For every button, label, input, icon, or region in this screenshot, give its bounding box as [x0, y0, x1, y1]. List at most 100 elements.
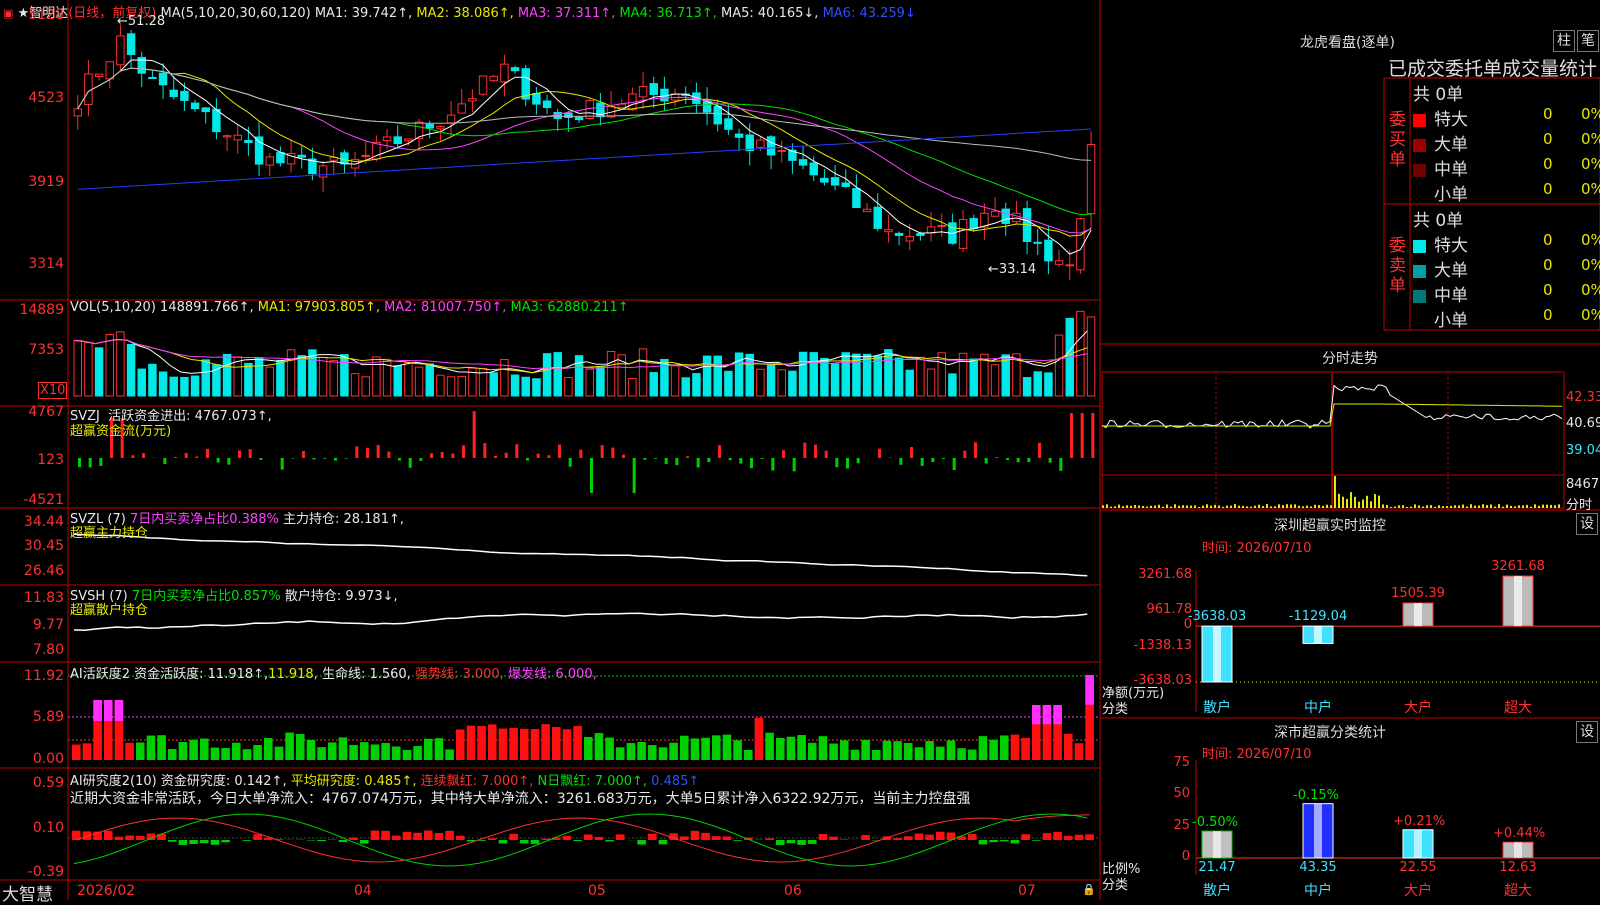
volume-bar [874, 356, 881, 396]
net-value-label: -3638.03 [1177, 609, 1257, 624]
chart-canvas[interactable] [0, 0, 1600, 900]
ai-research-bar [1000, 840, 1009, 841]
dragon-title: 龙虎看盘(逐单) [1300, 32, 1395, 52]
volume-bar [565, 377, 572, 396]
class-settings-button[interactable]: 设 [1576, 721, 1598, 743]
fund-flow-bar [195, 456, 198, 458]
ratio-change-label: -0.50% [1192, 815, 1272, 830]
intraday-volume-bar [1554, 505, 1556, 508]
ai-research-bar [968, 834, 977, 840]
fund-flow-bar [750, 458, 753, 468]
volume-bar [714, 356, 721, 396]
ma-line [78, 68, 1091, 160]
ai-activity-bar [392, 746, 401, 760]
level-pct: 0% [1581, 231, 1600, 249]
candle-body [255, 137, 262, 164]
lock-icon[interactable]: 🔒 [1082, 883, 1096, 896]
ai-research-bar [221, 840, 230, 842]
stats-title: 已成交委托单成交量统计 [1388, 54, 1597, 81]
ai-research-bar [637, 840, 646, 845]
buy-side-label: 委买单 [1389, 110, 1407, 170]
volume-bar [767, 365, 774, 396]
ai-activity-bar [573, 726, 582, 760]
candle-body [917, 234, 924, 236]
class-time: 时间: 2026/07/10 [1202, 743, 1311, 762]
intraday-volume-bar [1422, 507, 1424, 508]
net-cat-label: 分类 [1102, 698, 1128, 717]
intraday-volume-bar [1542, 505, 1544, 508]
intraday-volume-bar [1530, 507, 1532, 508]
intraday-volume-bar [1374, 494, 1376, 508]
retail-holding-line [74, 613, 1087, 630]
level-label: 小单 [1434, 311, 1468, 331]
volume-bar [927, 369, 934, 396]
fund-flow-bar [601, 445, 604, 458]
intraday-volume-bar [1390, 507, 1392, 508]
ai-research-bar [808, 840, 817, 844]
ai-research-bar [765, 838, 774, 840]
fund-flow-bar [643, 458, 646, 460]
ai-activity-peak [93, 700, 102, 721]
ma-line [78, 129, 1091, 189]
intraday-volume-bar [1450, 506, 1452, 508]
ai-activity-bar [947, 740, 956, 760]
intraday-volume-bar [1218, 506, 1220, 508]
intraday-volume-bar [1250, 507, 1252, 508]
intraday-volume-bar [1206, 504, 1208, 508]
fund-flow-bar [846, 458, 849, 468]
fund-flow-bar [345, 458, 348, 459]
ai-activity-bar [893, 741, 902, 760]
fund-flow-bar [942, 458, 945, 459]
ai-activity-bar [1011, 735, 1020, 760]
intraday-volume-bar [1330, 505, 1332, 508]
intraday-volume-bar [1222, 507, 1224, 508]
net-bar-highlight [1414, 603, 1422, 626]
sz-class-title: 深市超赢分类统计 [1100, 722, 1560, 742]
fund-flow-bar [814, 445, 817, 458]
ai-research-bar [840, 839, 849, 840]
ai-research-bar [499, 840, 508, 844]
ai-research-bar [168, 840, 177, 842]
intraday-volume-bar [1550, 505, 1552, 508]
volume-bar [991, 365, 998, 396]
ai-research-bar [584, 834, 593, 840]
ai-activity-bar [659, 747, 668, 760]
volume-bar [202, 360, 209, 396]
intraday-volume-bar [1510, 506, 1512, 508]
volume-bar [831, 364, 838, 396]
fund-flow-bar [462, 445, 465, 458]
candle-body [170, 90, 177, 96]
candle-body [447, 115, 454, 123]
intraday-volume-bar [1282, 505, 1284, 508]
ai-research-bar [115, 837, 124, 840]
intraday-volume-bar [1294, 504, 1296, 508]
main-holding-line [74, 534, 1087, 576]
fund-flow-bar [1091, 413, 1094, 458]
monitor-settings-button[interactable]: 设 [1576, 513, 1598, 535]
ai-research-bar [904, 836, 913, 840]
pen-view-button[interactable]: 笔 [1577, 30, 1599, 52]
intraday-volume-bar [1458, 505, 1460, 508]
ai-activity-bar [925, 741, 934, 760]
intraday-volume-bar [1254, 506, 1256, 508]
level-swatch [1413, 265, 1426, 278]
intraday-volume-bar [1194, 505, 1196, 508]
level-pct: 0% [1581, 180, 1600, 198]
fund-flow-bar [409, 458, 412, 468]
bar-view-button[interactable]: 柱 [1553, 30, 1575, 52]
intraday-volume-bar [1398, 505, 1400, 508]
intraday-volume-bar [1418, 505, 1420, 508]
volume-bar [106, 335, 113, 396]
level-count: 0 [1543, 306, 1553, 324]
candle-body [1002, 209, 1009, 223]
level-pct: 0% [1581, 306, 1600, 324]
ai-activity-peak [104, 700, 113, 721]
ai-research-bar [1075, 835, 1084, 840]
volume-bar [255, 358, 262, 396]
ai-comment: 近期大资金非常活跃，今日大单净流入：4767.074万元，其中特大单净流入：32… [70, 788, 970, 808]
ai-research-bar [1085, 834, 1094, 840]
air-axis-label: 0.10 [2, 820, 64, 836]
ai-activity-peak [1032, 705, 1041, 724]
fund-flow-bar [441, 452, 444, 458]
volume-bar [586, 369, 593, 396]
